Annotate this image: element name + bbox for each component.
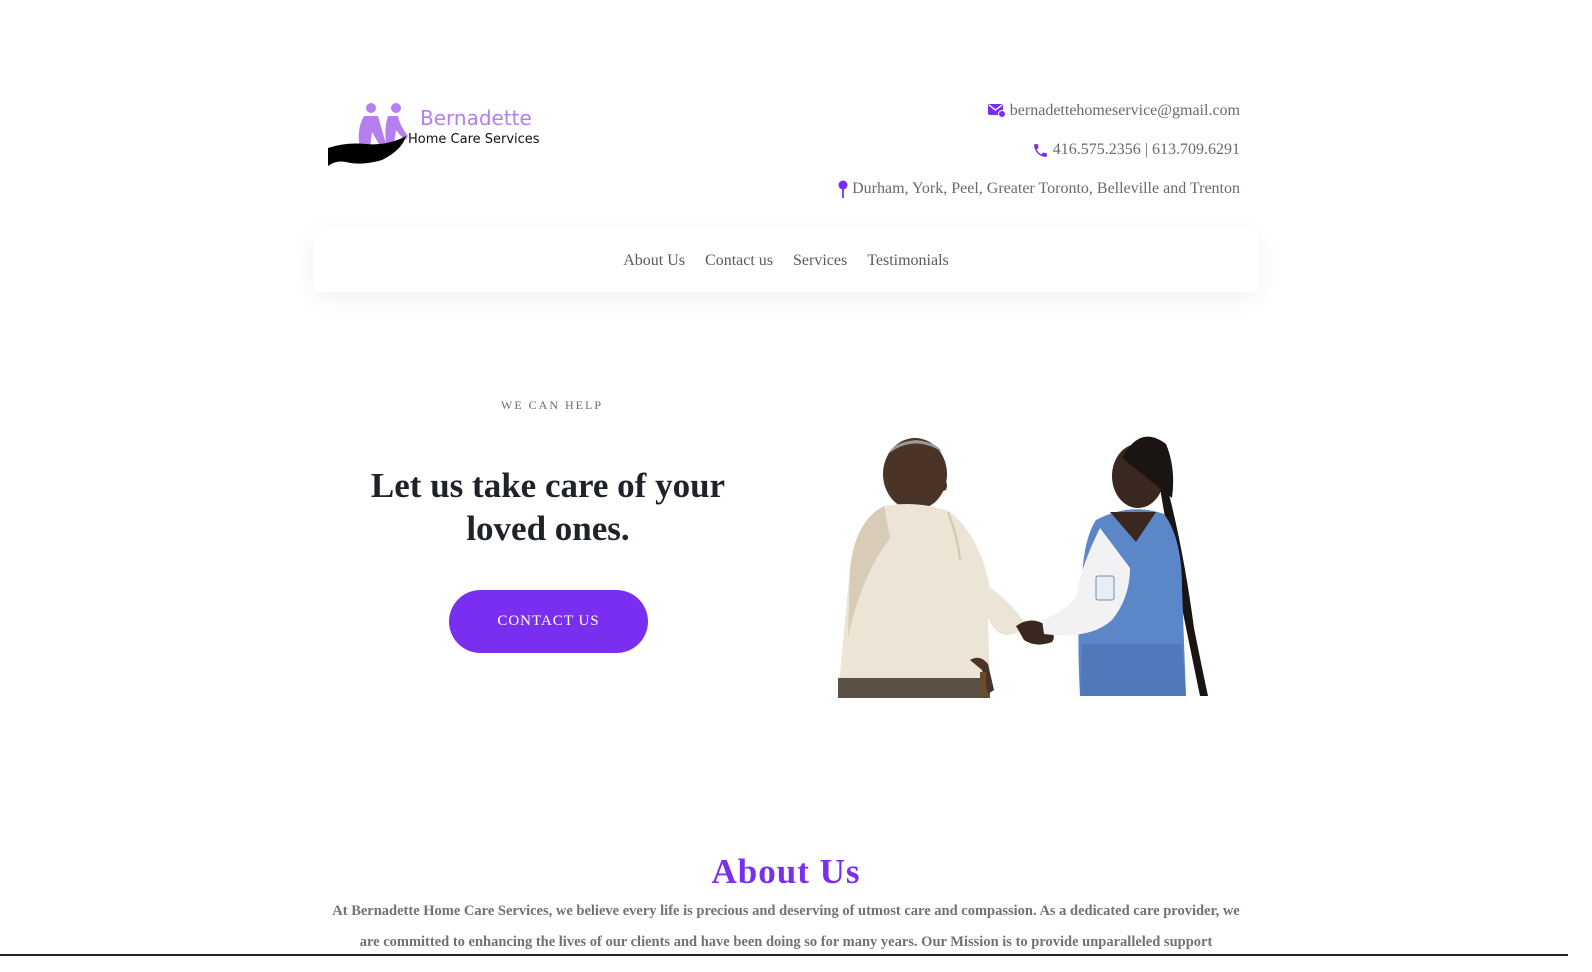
nav-about-us[interactable]: About Us bbox=[623, 252, 685, 270]
nurse-figure bbox=[1042, 436, 1208, 696]
hero-title: Let us take care of your loved ones. bbox=[370, 466, 726, 548]
contact-location: Durham, York, Peel, Greater Toronto, Bel… bbox=[838, 180, 1240, 198]
main-nav: About Us Contact us Services Testimonial… bbox=[313, 229, 1259, 292]
scrollbar[interactable] bbox=[1568, 0, 1592, 972]
contact-email[interactable]: bernadettehomeservice@gmail.com bbox=[987, 102, 1240, 120]
nav-services[interactable]: Services bbox=[793, 252, 847, 270]
logo-name: Bernadette bbox=[420, 106, 532, 130]
logo-mark-icon bbox=[328, 103, 408, 166]
logo-tagline: Home Care Services bbox=[408, 132, 540, 147]
page-divider bbox=[0, 954, 1568, 956]
contact-location-text: Durham, York, Peel, Greater Toronto, Bel… bbox=[852, 180, 1240, 197]
hero-image bbox=[838, 436, 1208, 698]
nav-contact-us[interactable]: Contact us bbox=[705, 252, 773, 270]
contact-us-button[interactable]: CONTACT US bbox=[449, 590, 648, 653]
elderly-man-figure bbox=[838, 438, 1026, 698]
contact-phone-text: 416.575.2356 | 613.709.6291 bbox=[1052, 141, 1240, 158]
about-title: About Us bbox=[711, 852, 861, 891]
hero-eyebrow: WE CAN HELP bbox=[501, 398, 603, 412]
contact-phone[interactable]: 416.575.2356 | 613.709.6291 bbox=[1032, 141, 1240, 159]
phone-icon bbox=[1033, 143, 1047, 157]
about-text: At Bernadette Home Care Services, we bel… bbox=[332, 903, 1240, 950]
nav-testimonials[interactable]: Testimonials bbox=[867, 252, 949, 270]
mail-icon bbox=[987, 104, 1006, 118]
contact-email-text: bernadettehomeservice@gmail.com bbox=[1009, 102, 1240, 119]
logo[interactable]: Bernadette Home Care Services bbox=[326, 100, 546, 172]
map-pin-icon bbox=[838, 180, 848, 198]
page: Bernadette Home Care Services bernadette… bbox=[0, 0, 1568, 972]
